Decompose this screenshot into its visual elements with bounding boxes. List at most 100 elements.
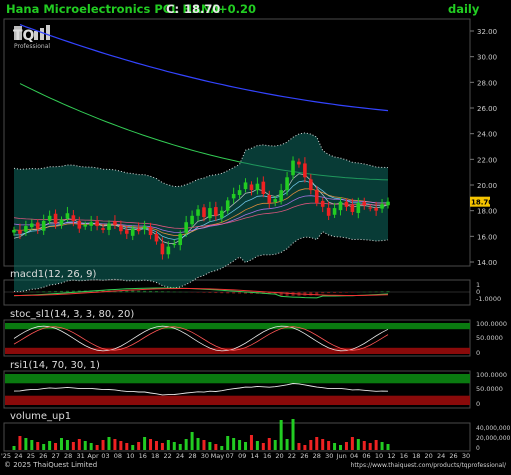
- date-axis-label: 04: [350, 452, 358, 460]
- date-axis-label: 26: [39, 452, 47, 460]
- price-tick-label: 24.00: [477, 131, 497, 139]
- macd-histogram-bar: [131, 291, 134, 293]
- volume-bar: [125, 443, 128, 450]
- macd-histogram-bar: [179, 292, 182, 293]
- volume-bar: [137, 442, 140, 450]
- date-axis-label: 06: [362, 452, 370, 460]
- macd-histogram-bar: [220, 292, 223, 293]
- candle-body: [226, 200, 230, 210]
- candle-body: [24, 226, 28, 232]
- volume-bar: [54, 443, 57, 450]
- logo-mark: TQ: [13, 28, 35, 44]
- candle-body: [18, 230, 22, 234]
- price-tick-label: 32.00: [477, 28, 497, 36]
- candle-body: [161, 244, 165, 255]
- stoch-oversold-zone: [5, 348, 470, 354]
- volume-bar: [327, 441, 330, 450]
- volume-bar: [256, 441, 259, 450]
- volume-bar: [191, 432, 194, 450]
- macd-histogram-bar: [369, 292, 372, 293]
- volume-bar: [24, 438, 27, 450]
- candle-body: [297, 162, 301, 165]
- date-axis-label: 08: [114, 452, 122, 460]
- volume-bar: [232, 438, 235, 450]
- volume-bar: [107, 437, 110, 450]
- stoch-d-line: [14, 327, 388, 351]
- volume-bar: [363, 441, 366, 450]
- candle-body: [250, 184, 254, 190]
- candle-body: [155, 234, 159, 241]
- candle-body: [190, 216, 194, 224]
- volume-bar: [202, 440, 205, 450]
- stock-chart: Hana Microelectronics PCL HANA C: 18.70 …: [0, 0, 511, 471]
- price-tick-label: 18.00: [477, 208, 497, 216]
- date-axis-label: Apr: [87, 452, 99, 460]
- date-axis-label: 30: [325, 452, 333, 460]
- volume-bar: [268, 438, 271, 450]
- macd-histogram-bar: [173, 292, 176, 293]
- volume-bar: [309, 440, 312, 450]
- macd-histogram-bar: [13, 292, 16, 293]
- candle-body: [291, 161, 295, 176]
- volume-bar: [18, 436, 21, 450]
- volume-bar: [387, 444, 390, 450]
- candle-body: [380, 204, 384, 208]
- date-axis-label: 26: [300, 452, 308, 460]
- candle-body: [113, 221, 117, 224]
- candle-body: [178, 234, 182, 245]
- volume-bar: [179, 444, 182, 450]
- volume-bar: [375, 440, 378, 450]
- volume-bar: [173, 442, 176, 450]
- candle-body: [66, 213, 70, 218]
- stoch-tick-100: 100.0000: [476, 320, 507, 328]
- candle-body: [267, 195, 271, 203]
- volume-tick-20m: 20,000,000: [476, 435, 511, 442]
- date-axis-label: 03: [101, 452, 109, 460]
- volume-bar: [250, 435, 253, 450]
- rsi-tick-50: 50.0000: [476, 385, 503, 393]
- date-axis-label: 09: [238, 452, 246, 460]
- candle-body: [321, 201, 325, 207]
- date-axis-label: 22: [288, 452, 296, 460]
- rsi-tick-0: 0: [476, 400, 480, 408]
- date-axis-label: 28: [188, 452, 196, 460]
- candle-body: [78, 221, 82, 229]
- date-axis-label: 12: [387, 452, 395, 460]
- volume-bar: [297, 443, 300, 450]
- date-axis-label: 30: [201, 452, 209, 460]
- date-axis-label: 16: [400, 452, 408, 460]
- macd-histogram-bar: [42, 291, 45, 292]
- candle-body: [357, 203, 361, 213]
- stoch-tick-50: 50.0000: [476, 334, 503, 342]
- candle-body: [30, 224, 34, 228]
- price-tick-label: 30.00: [477, 54, 497, 62]
- macd-histogram-bar: [202, 292, 205, 293]
- date-axis-label: 16: [263, 452, 271, 460]
- volume-bar: [143, 437, 146, 450]
- price-change: +0.20: [218, 2, 256, 16]
- candle-body: [196, 209, 200, 215]
- volume-bar: [315, 437, 318, 450]
- candle-body: [167, 247, 171, 255]
- volume-bar: [292, 419, 295, 450]
- date-axis-label: 07: [226, 452, 234, 460]
- volume-bar: [131, 445, 134, 450]
- date-axis: '25242526272831Apr030810161822242830May0…: [1, 452, 470, 460]
- logo-sub: Professional: [14, 43, 50, 50]
- ma-long-line: [20, 25, 388, 111]
- macd-histogram-bar: [208, 292, 211, 293]
- volume-bar: [48, 441, 51, 450]
- candle-body: [327, 208, 331, 216]
- date-axis-label: 25: [27, 452, 35, 460]
- volume-bar: [30, 440, 33, 450]
- rsi-title: rsi1(14, 70, 30, 1): [10, 360, 100, 371]
- volume-bar: [102, 440, 105, 450]
- macd-histogram-bar: [197, 292, 200, 293]
- macd-histogram-bar: [36, 292, 39, 293]
- candle-body: [362, 202, 366, 206]
- rsi-tick-100: 100.0000: [476, 371, 507, 379]
- date-axis-label: 28: [313, 452, 321, 460]
- date-axis-label: 26: [449, 452, 457, 460]
- volume-bar: [119, 441, 122, 450]
- rsi-oversold-zone: [5, 396, 470, 405]
